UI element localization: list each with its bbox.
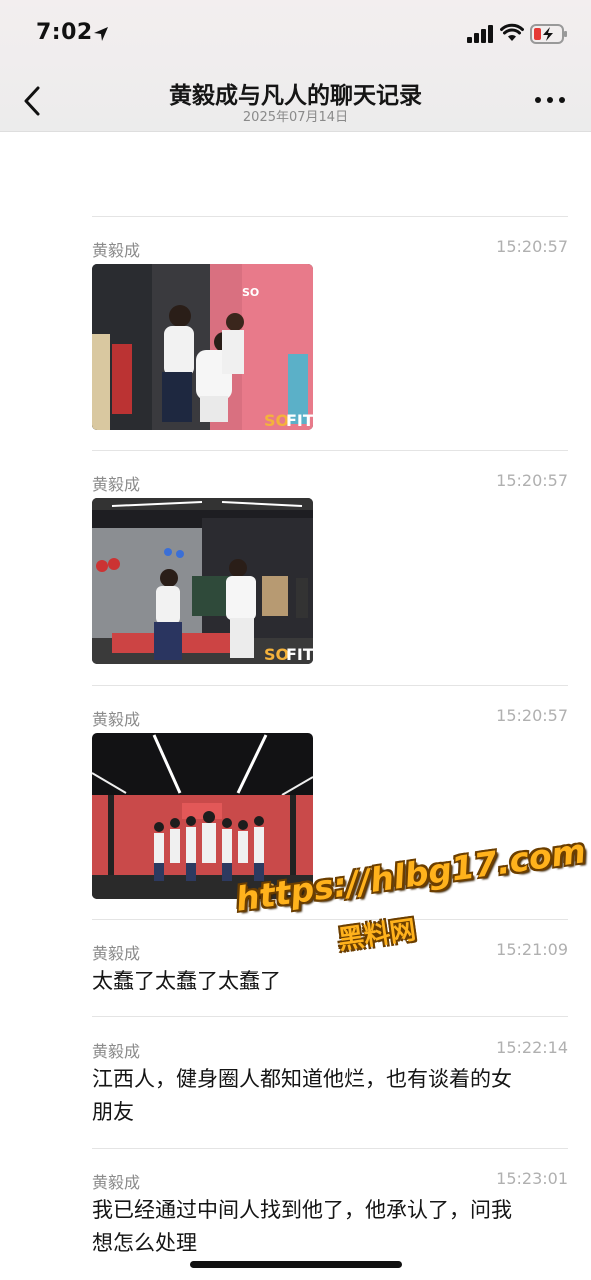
photo-brand-sign: SO xyxy=(242,286,259,299)
message-item: 黄毅成 15:20:57 xyxy=(92,471,568,495)
more-options-icon[interactable] xyxy=(532,92,568,108)
message-sender: 黄毅成 xyxy=(92,944,141,963)
message-text-line: 我已经通过中间人找到他了，他承认了，问我 xyxy=(92,1198,512,1222)
chat-image[interactable]: SO SO FIT xyxy=(92,264,313,430)
location-arrow-icon xyxy=(94,27,108,41)
message-text-line: 江西人，健身圈人都知道他烂，也有谈着的女 xyxy=(92,1067,512,1091)
chat-image[interactable]: SO FIT xyxy=(92,733,313,899)
page-title: 黄毅成与凡人的聊天记录 xyxy=(169,83,422,109)
message-item: 黄毅成 15:21:09 太蠢了太蠢了太蠢了 xyxy=(92,940,568,1000)
message-item: 黄毅成 15:20:57 xyxy=(92,237,568,261)
message-divider xyxy=(92,685,568,686)
message-sender: 黄毅成 xyxy=(92,241,141,260)
message-divider xyxy=(92,1016,568,1017)
message-divider xyxy=(92,1148,568,1149)
message-time: 15:22:14 xyxy=(496,1038,568,1057)
message-text-line: 朋友 xyxy=(92,1100,134,1124)
message-divider xyxy=(92,216,568,217)
message-item: 黄毅成 15:23:01 我已经通过中间人找到他了，他承认了，问我 想怎么处理 xyxy=(92,1169,568,1269)
message-time: 15:20:57 xyxy=(496,237,568,256)
message-item: 黄毅成 15:22:14 江西人，健身圈人都知道他烂，也有谈着的女 朋友 xyxy=(92,1038,568,1138)
wifi-icon xyxy=(500,23,524,41)
message-sender: 黄毅成 xyxy=(92,1173,141,1192)
photo-brand-fit: FIT xyxy=(286,411,313,430)
chat-image[interactable]: SO FIT xyxy=(92,498,313,664)
message-sender: 黄毅成 xyxy=(92,710,141,729)
photo-brand-fit: FIT xyxy=(286,645,313,664)
message-time: 15:23:01 xyxy=(496,1169,568,1188)
status-time: 7:02 xyxy=(36,20,93,45)
message-divider xyxy=(92,919,568,920)
message-divider xyxy=(92,450,568,451)
message-time: 15:20:57 xyxy=(496,471,568,490)
header-bar: 7:02 黄毅成与凡人的聊天记录 2025年07月14日 xyxy=(0,0,591,132)
photo-brand-fit: FIT xyxy=(286,880,313,899)
page-date: 2025年07月14日 xyxy=(242,110,349,125)
message-item: 黄毅成 15:20:57 xyxy=(92,706,568,730)
message-text-line: 想怎么处理 xyxy=(92,1231,197,1255)
message-time: 15:20:57 xyxy=(496,706,568,725)
cellular-signal-icon xyxy=(467,25,493,43)
home-indicator[interactable] xyxy=(190,1261,402,1268)
battery-charging-icon xyxy=(530,24,567,44)
message-time: 15:21:09 xyxy=(496,940,568,959)
message-sender: 黄毅成 xyxy=(92,475,141,494)
message-text: 太蠢了太蠢了太蠢了 xyxy=(92,969,281,993)
message-sender: 黄毅成 xyxy=(92,1042,141,1061)
